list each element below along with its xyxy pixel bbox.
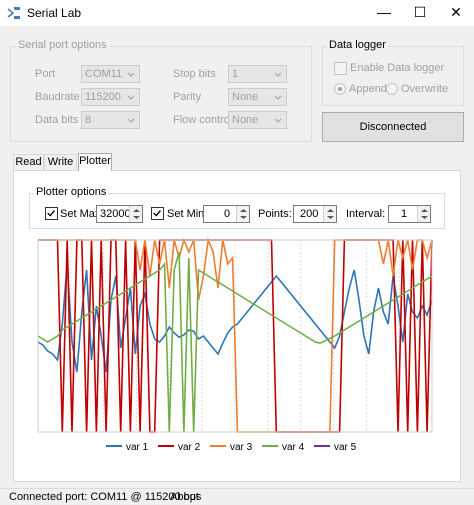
- set-max-spinner[interactable]: [129, 206, 142, 222]
- tab-plotter[interactable]: Plotter: [78, 153, 112, 171]
- spin-up-icon: [240, 209, 247, 212]
- set-min-checkbox[interactable]: [151, 207, 164, 220]
- chart-legend: var 1 var 2 var 3 var 4 var 5: [106, 442, 357, 453]
- minimize-button[interactable]: —: [366, 0, 402, 26]
- connect-button[interactable]: Disconnected: [322, 112, 464, 142]
- legend-label: var 1: [126, 442, 149, 453]
- data-bits-value: 8: [85, 114, 92, 126]
- overwrite-label: Overwrite: [401, 83, 449, 95]
- set-max-value: 32000: [100, 208, 131, 220]
- points-value: 200: [300, 208, 319, 220]
- interval-input[interactable]: 1: [388, 205, 431, 223]
- spin-up-icon: [133, 209, 140, 212]
- baudrate-value: 115200: [85, 91, 121, 103]
- set-min-input[interactable]: 0: [203, 205, 250, 223]
- flow-control-label: Flow control: [173, 114, 233, 126]
- legend-label: var 4: [282, 442, 305, 453]
- data-bits-label: Data bits: [35, 114, 79, 126]
- append-radio[interactable]: [334, 83, 346, 95]
- stop-bits-value: 1: [232, 68, 239, 80]
- set-max-checkbox[interactable]: [45, 207, 58, 220]
- flow-control-value: None: [232, 114, 259, 126]
- chevron-down-icon: [274, 95, 282, 100]
- chevron-down-icon: [274, 118, 282, 123]
- parity-label: Parity: [173, 91, 202, 103]
- check-icon: [153, 210, 161, 217]
- spin-down-icon: [240, 216, 247, 219]
- enable-logger-checkbox[interactable]: [334, 62, 347, 75]
- spin-up-icon: [327, 209, 334, 212]
- set-min-spinner[interactable]: [236, 206, 249, 222]
- parity-select[interactable]: None: [228, 88, 287, 106]
- spin-down-icon: [133, 216, 140, 219]
- overwrite-radio[interactable]: [386, 83, 398, 95]
- baudrate-select[interactable]: 115200: [81, 88, 140, 106]
- tab-write[interactable]: Write: [44, 154, 77, 170]
- stop-bits-select[interactable]: 1: [228, 65, 287, 83]
- tab-read[interactable]: Read: [13, 154, 44, 170]
- spin-down-icon: [327, 216, 334, 219]
- set-min-value: 0: [224, 208, 231, 220]
- legend-label: var 5: [334, 442, 357, 453]
- chevron-down-icon: [127, 72, 135, 77]
- about-link[interactable]: About: [170, 491, 199, 503]
- chevron-down-icon: [127, 118, 135, 123]
- maximize-button[interactable]: ☐: [402, 0, 438, 26]
- parity-value: None: [232, 91, 259, 103]
- port-label: Port: [35, 68, 56, 80]
- stop-bits-label: Stop bits: [173, 68, 216, 80]
- serial-port-options-legend: Serial port options: [16, 39, 109, 51]
- title-bar: Serial Lab — ☐ ✕: [0, 0, 474, 26]
- legend-label: var 2: [178, 442, 201, 453]
- app-icon: [7, 7, 20, 19]
- spin-up-icon: [421, 209, 428, 212]
- status-bar: Connected port: COM11 @ 115200 bps About: [0, 488, 474, 505]
- plotter-chart: var 1 var 2 var 3 var 4 var 5: [37, 237, 433, 453]
- data-logger-group: [322, 46, 464, 106]
- check-icon: [47, 210, 55, 217]
- window-title: Serial Lab: [27, 6, 82, 20]
- points-label: Points:: [258, 208, 292, 220]
- radio-selected-dot: [338, 87, 342, 91]
- port-value: COM11: [85, 68, 123, 80]
- close-button[interactable]: ✕: [438, 0, 474, 26]
- set-min-label: Set Min:: [167, 208, 208, 220]
- data-bits-select[interactable]: 8: [81, 111, 140, 129]
- data-logger-legend: Data logger: [327, 39, 388, 51]
- plotter-tab-page: Plotter options Set Max: 32000 Set Min: …: [13, 170, 461, 482]
- baudrate-label: Baudrate: [35, 91, 80, 103]
- points-spinner[interactable]: [323, 206, 336, 222]
- interval-spinner[interactable]: [417, 206, 430, 222]
- interval-label: Interval:: [346, 208, 386, 220]
- port-select[interactable]: COM11: [81, 65, 140, 83]
- append-label: Append: [349, 83, 387, 95]
- spin-down-icon: [421, 216, 428, 219]
- set-max-input[interactable]: 32000: [96, 205, 143, 223]
- flow-control-select[interactable]: None: [228, 111, 287, 129]
- interval-value: 1: [401, 208, 408, 220]
- legend-label: var 3: [230, 442, 253, 453]
- window-body: Serial port options Port COM11 Baudrate …: [0, 26, 474, 488]
- plotter-options-legend: Plotter options: [34, 186, 109, 198]
- chevron-down-icon: [274, 72, 282, 77]
- chevron-down-icon: [127, 95, 135, 100]
- points-input[interactable]: 200: [293, 205, 337, 223]
- enable-logger-label: Enable Data logger: [350, 62, 445, 74]
